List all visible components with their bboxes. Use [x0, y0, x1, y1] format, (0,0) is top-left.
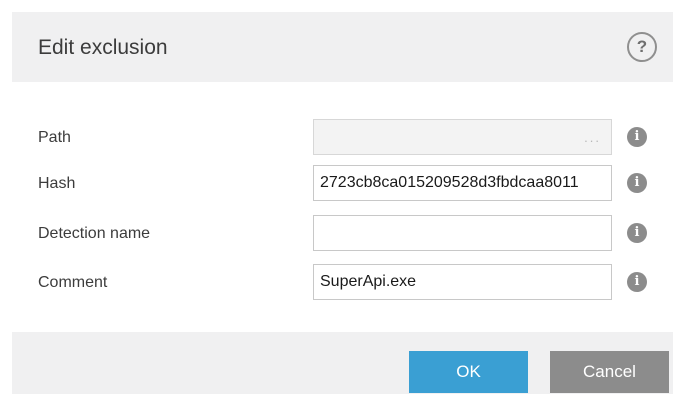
path-info-icon[interactable]: i: [627, 127, 647, 147]
detection-name-row: Detection name i: [12, 215, 673, 251]
comment-label: Comment: [38, 274, 108, 291]
comment-row: Comment SuperApi.exe i: [12, 264, 673, 300]
hash-label: Hash: [38, 175, 76, 192]
hash-value: 2723cb8ca015209528d3fbdcaa8011: [320, 174, 579, 191]
comment-field[interactable]: SuperApi.exe: [313, 264, 612, 300]
detection-name-info-icon[interactable]: i: [627, 223, 647, 243]
dialog-header: Edit exclusion ?: [12, 12, 673, 82]
dialog-footer: OK Cancel: [12, 332, 673, 394]
hash-info-icon[interactable]: i: [627, 173, 647, 193]
browse-ellipsis-icon[interactable]: ...: [584, 120, 601, 154]
edit-exclusion-dialog: Edit exclusion ? Path ... i Hash 2723cb8…: [0, 0, 685, 406]
ok-button[interactable]: OK: [409, 351, 528, 393]
help-icon[interactable]: ?: [627, 32, 657, 62]
cancel-button[interactable]: Cancel: [550, 351, 669, 393]
comment-info-icon[interactable]: i: [627, 272, 647, 292]
path-field[interactable]: ...: [313, 119, 612, 155]
dialog-title: Edit exclusion: [38, 36, 168, 59]
detection-name-field[interactable]: [313, 215, 612, 251]
dialog-body: Path ... i Hash 2723cb8ca015209528d3fbdc…: [12, 82, 673, 332]
path-label: Path: [38, 129, 71, 146]
comment-value: SuperApi.exe: [320, 273, 417, 290]
path-row: Path ... i: [12, 119, 673, 155]
hash-row: Hash 2723cb8ca015209528d3fbdcaa8011 i: [12, 165, 673, 201]
hash-field[interactable]: 2723cb8ca015209528d3fbdcaa8011: [313, 165, 612, 201]
detection-name-label: Detection name: [38, 225, 151, 242]
